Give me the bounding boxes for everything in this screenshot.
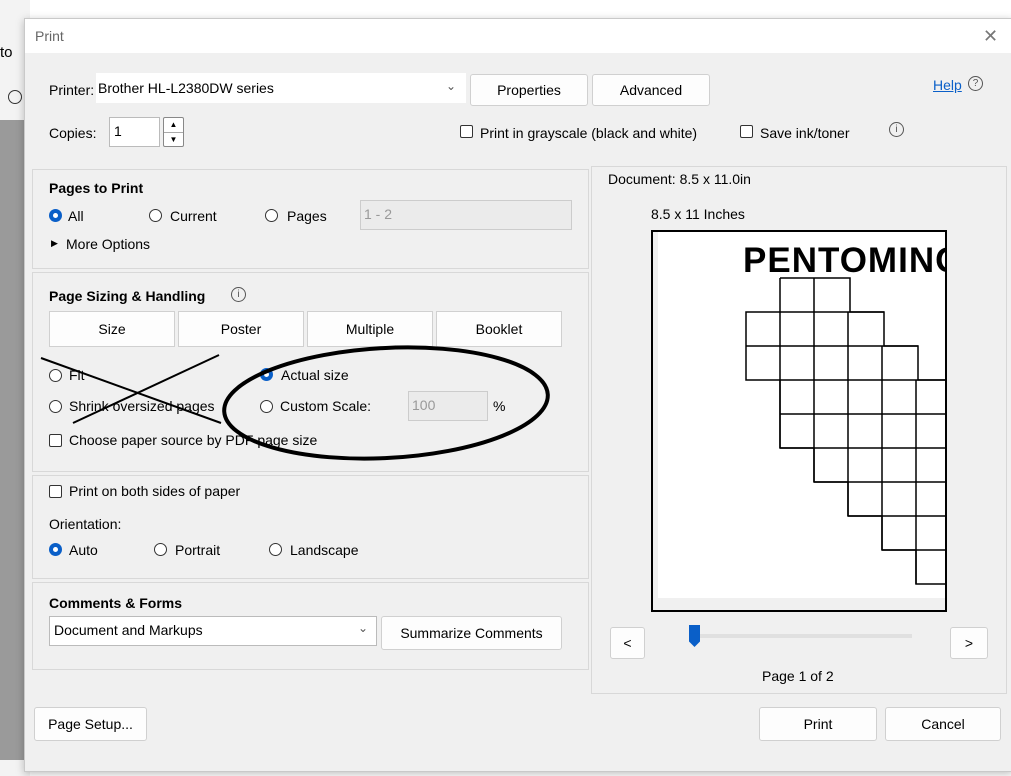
annotation-strike-line (40, 357, 222, 424)
print-dialog: Print ✕ Printer: Brother HL-L2380DW seri… (24, 18, 1011, 772)
page-slider-thumb[interactable] (689, 625, 700, 647)
pages-radio[interactable] (265, 209, 278, 222)
stepper-up-icon[interactable]: ▲ (164, 118, 183, 133)
dialog-title: Print (35, 28, 64, 44)
annotation-circle (222, 345, 550, 461)
printer-label: Printer: (49, 82, 95, 98)
prev-page-button[interactable]: < (610, 627, 645, 659)
orientation-portrait-label: Portrait (175, 542, 221, 558)
pages-to-print-title: Pages to Print (49, 180, 144, 196)
save-ink-checkbox[interactable] (740, 125, 753, 138)
pages-range-input[interactable]: 1 - 2 (360, 200, 572, 230)
page-slider-track[interactable] (690, 634, 912, 638)
annotation-strike-line (72, 354, 220, 424)
orientation-portrait-radio[interactable] (154, 543, 167, 556)
document-size-label: Document: 8.5 x 11.0in (608, 171, 751, 187)
pages-to-print-panel: Pages to Print All Current Pages 1 - 2 ▶… (32, 169, 589, 269)
more-options-link[interactable]: More Options (66, 236, 150, 252)
stepper-down-icon[interactable]: ▼ (164, 133, 183, 147)
page-setup-button[interactable]: Page Setup... (34, 707, 147, 741)
background-text: to (0, 44, 13, 61)
preview-panel: Document: 8.5 x 11.0in 8.5 x 11 Inches P… (591, 166, 1007, 694)
duplex-panel: Print on both sides of paper Orientation… (32, 475, 589, 579)
both-sides-checkbox[interactable] (49, 485, 62, 498)
current-page-radio[interactable] (149, 209, 162, 222)
help-link[interactable]: Help (933, 77, 962, 93)
grayscale-label: Print in grayscale (black and white) (480, 125, 698, 141)
expand-triangle-icon[interactable]: ▶ (51, 238, 58, 249)
cancel-button[interactable]: Cancel (885, 707, 1001, 741)
printer-select[interactable]: Brother HL-L2380DW series ⌄ (96, 73, 466, 103)
comments-forms-title: Comments & Forms (49, 595, 183, 611)
all-pages-radio[interactable] (49, 209, 62, 222)
page-preview: PENTOMINO (651, 230, 947, 612)
paper-size-label: 8.5 x 11 Inches (651, 206, 745, 222)
print-button[interactable]: Print (759, 707, 877, 741)
copies-label: Copies: (49, 125, 97, 141)
printer-select-value: Brother HL-L2380DW series (98, 80, 274, 96)
comments-forms-panel: Comments & Forms Document and Markups ⌄ … (32, 582, 589, 670)
background-more-icon (8, 90, 22, 104)
pages-range-value: 1 - 2 (364, 206, 393, 222)
title-bar: Print ✕ (25, 19, 1011, 53)
close-icon[interactable]: ✕ (983, 26, 998, 47)
background-strip (0, 120, 24, 760)
advanced-button[interactable]: Advanced (592, 74, 710, 106)
next-page-button[interactable]: > (950, 627, 988, 659)
annotation-overlay (40, 345, 550, 461)
all-pages-label: All (68, 208, 84, 224)
summarize-comments-button[interactable]: Summarize Comments (381, 616, 562, 650)
properties-button[interactable]: Properties (470, 74, 588, 106)
help-icon[interactable]: ? (968, 76, 983, 91)
orientation-auto-radio[interactable] (49, 543, 62, 556)
page-sizing-panel: Page Sizing & Handling i Size Poster Mul… (32, 272, 589, 472)
chevron-down-icon: ⌄ (358, 621, 369, 635)
orientation-landscape-radio[interactable] (269, 543, 282, 556)
pages-label: Pages (287, 208, 327, 224)
both-sides-label: Print on both sides of paper (69, 483, 241, 499)
save-ink-label: Save ink/toner (760, 125, 850, 141)
info-icon: i (889, 122, 904, 137)
orientation-landscape-label: Landscape (290, 542, 359, 558)
orientation-label: Orientation: (49, 516, 122, 532)
preview-grid (745, 277, 945, 585)
grayscale-checkbox[interactable] (460, 125, 473, 138)
copies-value: 1 (114, 123, 122, 139)
comments-forms-select[interactable]: Document and Markups ⌄ (49, 616, 377, 646)
copies-input[interactable]: 1 (109, 117, 160, 147)
comments-forms-value: Document and Markups (54, 622, 203, 638)
page-indicator: Page 1 of 2 (762, 668, 834, 684)
chevron-down-icon: ⌄ (446, 79, 457, 93)
current-page-label: Current (170, 208, 217, 224)
copies-stepper[interactable]: ▲ ▼ (163, 117, 184, 147)
orientation-auto-label: Auto (69, 542, 98, 558)
